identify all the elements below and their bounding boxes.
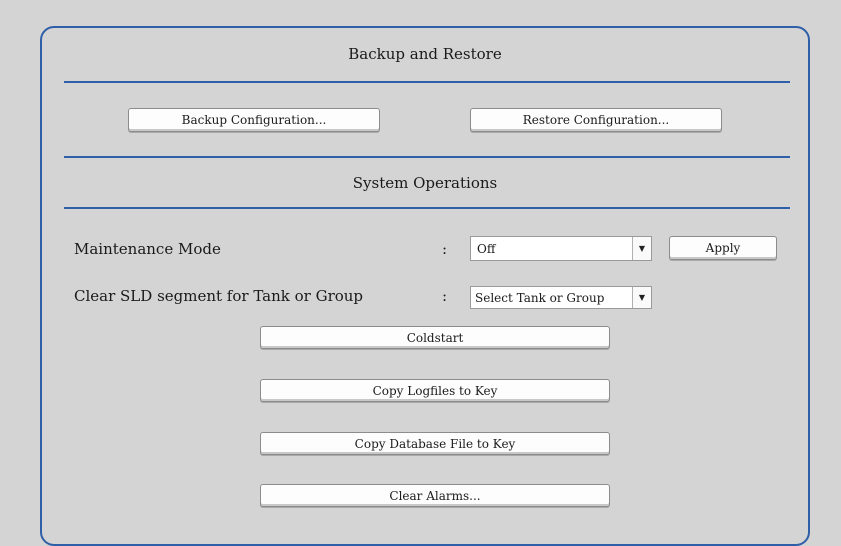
separator: : xyxy=(442,240,448,258)
apply-button[interactable]: Apply xyxy=(669,236,777,260)
separator: : xyxy=(442,287,448,305)
system-operations-title: System Operations xyxy=(352,174,498,192)
tank-group-select[interactable]: Select Tank or Group ▼ xyxy=(470,286,652,309)
backup-restore-title: Backup and Restore xyxy=(348,45,502,63)
clear-sld-label: Clear SLD segment for Tank or Group xyxy=(74,287,364,305)
tank-group-value: Select Tank or Group xyxy=(475,290,605,305)
chevron-down-icon[interactable]: ▼ xyxy=(632,237,651,260)
divider xyxy=(64,207,790,209)
divider xyxy=(64,81,790,83)
coldstart-button[interactable]: Coldstart xyxy=(260,326,610,349)
copy-logfiles-button[interactable]: Copy Logfiles to Key xyxy=(260,379,610,402)
chevron-down-icon[interactable]: ▼ xyxy=(632,287,651,308)
maintenance-mode-label: Maintenance Mode xyxy=(74,240,221,258)
backup-configuration-button[interactable]: Backup Configuration... xyxy=(128,108,380,132)
copy-database-button[interactable]: Copy Database File to Key xyxy=(260,432,610,455)
maintenance-mode-select[interactable]: Off ▼ xyxy=(470,236,652,261)
settings-panel: Backup and Restore Backup Configuration.… xyxy=(40,26,810,546)
restore-configuration-button[interactable]: Restore Configuration... xyxy=(470,108,722,132)
divider xyxy=(64,156,790,158)
clear-alarms-button[interactable]: Clear Alarms... xyxy=(260,484,610,507)
maintenance-mode-value: Off xyxy=(477,241,496,256)
